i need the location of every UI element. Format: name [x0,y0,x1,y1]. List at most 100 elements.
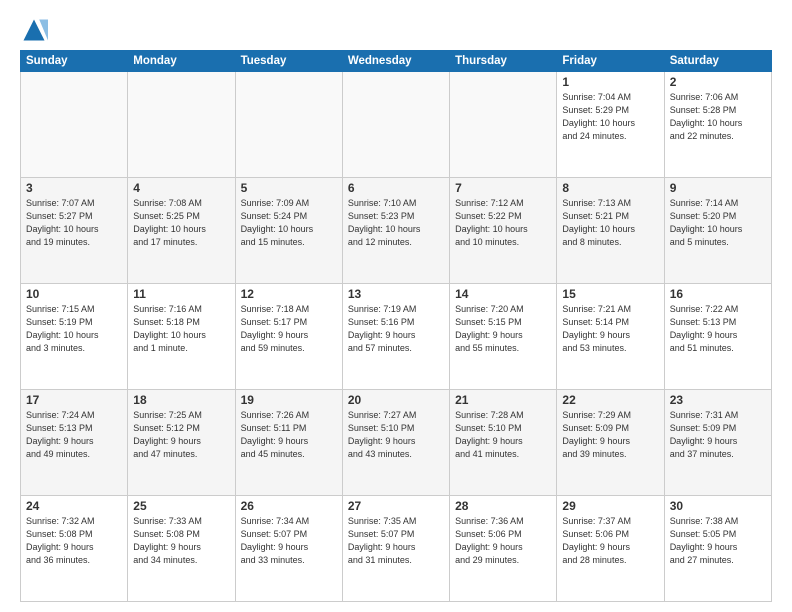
day-detail: Sunrise: 7:34 AM Sunset: 5:07 PM Dayligh… [241,515,337,567]
day-detail: Sunrise: 7:15 AM Sunset: 5:19 PM Dayligh… [26,303,122,355]
day-number: 13 [348,287,444,301]
col-header-friday: Friday [557,51,664,72]
day-cell: 9Sunrise: 7:14 AM Sunset: 5:20 PM Daylig… [664,178,771,284]
day-detail: Sunrise: 7:13 AM Sunset: 5:21 PM Dayligh… [562,197,658,249]
page: SundayMondayTuesdayWednesdayThursdayFrid… [0,0,792,612]
day-number: 5 [241,181,337,195]
day-cell [342,72,449,178]
day-cell: 8 Sunrise: 7:13 AM Sunset: 5:21 PM Daylig… [557,178,664,284]
day-detail: Sunrise: 7:32 AM Sunset: 5:08 PM Dayligh… [26,515,122,567]
day-detail: Sunrise: 7:37 AM Sunset: 5:06 PM Dayligh… [562,515,658,567]
day-detail: Sunrise: 7:26 AM Sunset: 5:11 PM Dayligh… [241,409,337,461]
day-number: 26 [241,499,337,513]
day-detail: Sunrise: 7:18 AM Sunset: 5:17 PM Dayligh… [241,303,337,355]
day-number: 24 [26,499,122,513]
day-cell: 27 Sunrise: 7:35 AM Sunset: 5:07 PM Dayli… [342,496,449,602]
day-number: 20 [348,393,444,407]
week-row-4: 17 Sunrise: 7:24 AM Sunset: 5:13 PM Dayli… [21,390,772,496]
day-cell [21,72,128,178]
day-cell: 15 Sunrise: 7:21 AM Sunset: 5:14 PM Dayli… [557,284,664,390]
day-detail: Sunrise: 7:10 AM Sunset: 5:23 PM Dayligh… [348,197,444,249]
header-row: SundayMondayTuesdayWednesdayThursdayFrid… [21,51,772,72]
day-number: 16 [670,287,766,301]
day-number: 27 [348,499,444,513]
day-detail: Sunrise: 7:36 AM Sunset: 5:06 PM Dayligh… [455,515,551,567]
day-number: 6 [348,181,444,195]
day-cell: 13 Sunrise: 7:19 AM Sunset: 5:16 PM Dayli… [342,284,449,390]
day-detail: Sunrise: 7:07 AM Sunset: 5:27 PM Dayligh… [26,197,122,249]
day-cell: 20 Sunrise: 7:27 AM Sunset: 5:10 PM Dayli… [342,390,449,496]
day-cell: 5Sunrise: 7:09 AM Sunset: 5:24 PM Daylig… [235,178,342,284]
col-header-saturday: Saturday [664,51,771,72]
day-cell: 16Sunrise: 7:22 AM Sunset: 5:13 PM Dayli… [664,284,771,390]
day-detail: Sunrise: 7:08 AM Sunset: 5:25 PM Dayligh… [133,197,229,249]
col-header-sunday: Sunday [21,51,128,72]
day-number: 29 [562,499,658,513]
day-detail: Sunrise: 7:20 AM Sunset: 5:15 PM Dayligh… [455,303,551,355]
day-cell: 11Sunrise: 7:16 AM Sunset: 5:18 PM Dayli… [128,284,235,390]
day-cell: 28 Sunrise: 7:36 AM Sunset: 5:06 PM Dayli… [450,496,557,602]
day-cell: 21 Sunrise: 7:28 AM Sunset: 5:10 PM Dayli… [450,390,557,496]
day-cell: 30 Sunrise: 7:38 AM Sunset: 5:05 PM Dayli… [664,496,771,602]
day-cell: 17 Sunrise: 7:24 AM Sunset: 5:13 PM Dayli… [21,390,128,496]
col-header-wednesday: Wednesday [342,51,449,72]
day-number: 10 [26,287,122,301]
logo-icon [20,16,48,44]
day-detail: Sunrise: 7:25 AM Sunset: 5:12 PM Dayligh… [133,409,229,461]
day-number: 4 [133,181,229,195]
day-detail: Sunrise: 7:21 AM Sunset: 5:14 PM Dayligh… [562,303,658,355]
day-cell [128,72,235,178]
day-number: 17 [26,393,122,407]
day-cell: 3Sunrise: 7:07 AM Sunset: 5:27 PM Daylig… [21,178,128,284]
calendar: SundayMondayTuesdayWednesdayThursdayFrid… [20,50,772,602]
day-detail: Sunrise: 7:28 AM Sunset: 5:10 PM Dayligh… [455,409,551,461]
calendar-table: SundayMondayTuesdayWednesdayThursdayFrid… [20,50,772,602]
week-row-3: 10 Sunrise: 7:15 AM Sunset: 5:19 PM Dayli… [21,284,772,390]
day-number: 25 [133,499,229,513]
day-detail: Sunrise: 7:12 AM Sunset: 5:22 PM Dayligh… [455,197,551,249]
day-cell: 7 Sunrise: 7:12 AM Sunset: 5:22 PM Daylig… [450,178,557,284]
day-number: 7 [455,181,551,195]
day-cell: 23Sunrise: 7:31 AM Sunset: 5:09 PM Dayli… [664,390,771,496]
day-number: 12 [241,287,337,301]
day-cell: 2 Sunrise: 7:06 AM Sunset: 5:28 PM Daylig… [664,72,771,178]
day-cell [235,72,342,178]
week-row-1: 1Sunrise: 7:04 AM Sunset: 5:29 PM Daylig… [21,72,772,178]
day-detail: Sunrise: 7:31 AM Sunset: 5:09 PM Dayligh… [670,409,766,461]
day-number: 28 [455,499,551,513]
col-header-thursday: Thursday [450,51,557,72]
day-detail: Sunrise: 7:38 AM Sunset: 5:05 PM Dayligh… [670,515,766,567]
day-detail: Sunrise: 7:14 AM Sunset: 5:20 PM Dayligh… [670,197,766,249]
day-detail: Sunrise: 7:06 AM Sunset: 5:28 PM Dayligh… [670,91,766,143]
day-number: 2 [670,75,766,89]
day-cell: 26 Sunrise: 7:34 AM Sunset: 5:07 PM Dayli… [235,496,342,602]
day-cell: 25Sunrise: 7:33 AM Sunset: 5:08 PM Dayli… [128,496,235,602]
day-number: 21 [455,393,551,407]
day-cell: 12 Sunrise: 7:18 AM Sunset: 5:17 PM Dayli… [235,284,342,390]
day-cell: 1Sunrise: 7:04 AM Sunset: 5:29 PM Daylig… [557,72,664,178]
day-detail: Sunrise: 7:24 AM Sunset: 5:13 PM Dayligh… [26,409,122,461]
day-number: 19 [241,393,337,407]
day-detail: Sunrise: 7:19 AM Sunset: 5:16 PM Dayligh… [348,303,444,355]
day-number: 30 [670,499,766,513]
week-row-5: 24 Sunrise: 7:32 AM Sunset: 5:08 PM Dayli… [21,496,772,602]
day-cell: 19 Sunrise: 7:26 AM Sunset: 5:11 PM Dayli… [235,390,342,496]
day-cell: 18 Sunrise: 7:25 AM Sunset: 5:12 PM Dayli… [128,390,235,496]
day-cell: 6 Sunrise: 7:10 AM Sunset: 5:23 PM Daylig… [342,178,449,284]
day-cell: 10 Sunrise: 7:15 AM Sunset: 5:19 PM Dayli… [21,284,128,390]
day-number: 18 [133,393,229,407]
day-number: 8 [562,181,658,195]
day-detail: Sunrise: 7:29 AM Sunset: 5:09 PM Dayligh… [562,409,658,461]
day-number: 22 [562,393,658,407]
day-detail: Sunrise: 7:27 AM Sunset: 5:10 PM Dayligh… [348,409,444,461]
header [20,16,772,44]
day-cell: 4 Sunrise: 7:08 AM Sunset: 5:25 PM Daylig… [128,178,235,284]
day-detail: Sunrise: 7:35 AM Sunset: 5:07 PM Dayligh… [348,515,444,567]
day-cell: 29 Sunrise: 7:37 AM Sunset: 5:06 PM Dayli… [557,496,664,602]
col-header-monday: Monday [128,51,235,72]
logo [20,16,52,44]
day-number: 11 [133,287,229,301]
day-detail: Sunrise: 7:04 AM Sunset: 5:29 PM Dayligh… [562,91,658,143]
day-cell: 22 Sunrise: 7:29 AM Sunset: 5:09 PM Dayli… [557,390,664,496]
day-number: 15 [562,287,658,301]
